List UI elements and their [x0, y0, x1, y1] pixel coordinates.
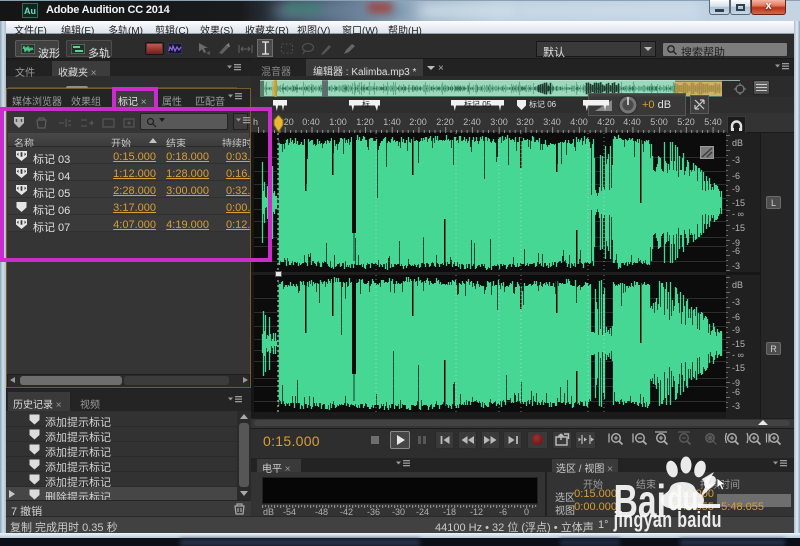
svg-text:jingyan baidu: jingyan baidu [613, 509, 722, 533]
